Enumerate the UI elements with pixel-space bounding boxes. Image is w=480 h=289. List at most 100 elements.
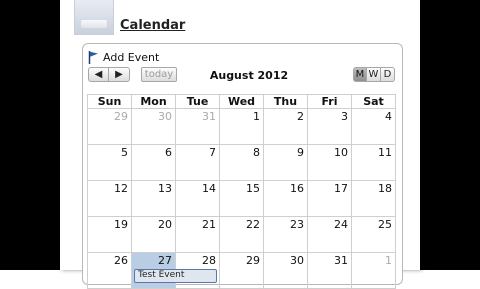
day-cell[interactable]: 30 <box>263 252 308 289</box>
day-number: 13 <box>158 182 172 195</box>
week-row: 19 20 21 22 23 24 25 <box>87 216 396 253</box>
day-number: 29 <box>114 110 128 123</box>
calendar-title-link[interactable]: Calendar <box>120 18 185 33</box>
day-cell[interactable]: 24 <box>307 216 352 253</box>
day-cell[interactable]: 31 <box>175 108 220 145</box>
prev-month-button[interactable]: ◀ <box>88 67 109 82</box>
day-cell[interactable]: 23 <box>263 216 308 253</box>
day-number: 20 <box>158 218 172 231</box>
day-number: 15 <box>246 182 260 195</box>
weekday-header-row: Sun Mon Tue Wed Thu Fri Sat <box>87 94 396 109</box>
weekday-header: Fri <box>307 94 352 109</box>
right-letterbox <box>420 0 480 270</box>
day-number: 26 <box>114 254 128 267</box>
day-cell[interactable]: 5 <box>87 144 132 181</box>
day-number: 11 <box>378 146 392 159</box>
day-cell[interactable]: 26 <box>87 252 132 289</box>
week-row: 29 30 31 1 2 3 4 <box>87 108 396 145</box>
day-number: 10 <box>334 146 348 159</box>
day-number: 3 <box>341 110 348 123</box>
day-cell[interactable]: 14 <box>175 180 220 217</box>
day-number: 30 <box>290 254 304 267</box>
day-cell[interactable]: 21 <box>175 216 220 253</box>
day-number: 24 <box>334 218 348 231</box>
week-row: 26 27 Test Event 28 29 30 31 1 <box>87 252 396 289</box>
day-number: 5 <box>121 146 128 159</box>
day-cell[interactable]: 29 <box>219 252 264 289</box>
day-cell[interactable]: 3 <box>307 108 352 145</box>
day-number: 27 <box>158 254 172 267</box>
day-number: 16 <box>290 182 304 195</box>
day-number: 31 <box>334 254 348 267</box>
day-number: 1 <box>385 254 392 267</box>
day-number: 21 <box>202 218 216 231</box>
day-cell[interactable]: 1 <box>219 108 264 145</box>
day-number: 25 <box>378 218 392 231</box>
app-thumbnail-image <box>74 0 114 35</box>
day-number: 17 <box>334 182 348 195</box>
day-number: 1 <box>253 110 260 123</box>
weekday-header: Sun <box>87 94 132 109</box>
day-number: 4 <box>385 110 392 123</box>
day-number: 8 <box>253 146 260 159</box>
day-cell[interactable]: 15 <box>219 180 264 217</box>
month-title: August 2012 <box>209 69 289 82</box>
day-cell[interactable]: 29 <box>87 108 132 145</box>
day-number: 19 <box>114 218 128 231</box>
day-cell[interactable]: 27 Test Event <box>131 252 217 289</box>
day-number: 23 <box>290 218 304 231</box>
right-arrow-icon: ▶ <box>115 69 123 80</box>
day-number: 30 <box>158 110 172 123</box>
day-cell[interactable]: 9 <box>263 144 308 181</box>
day-number: 9 <box>297 146 304 159</box>
weekday-header: Mon <box>131 94 176 109</box>
weekday-header: Tue <box>175 94 220 109</box>
add-event-label: Add Event <box>103 50 160 64</box>
day-number: 12 <box>114 182 128 195</box>
day-cell[interactable]: 30 <box>131 108 176 145</box>
day-number: 29 <box>246 254 260 267</box>
day-cell[interactable]: 1 <box>351 252 396 289</box>
day-number: 31 <box>202 110 216 123</box>
day-cell[interactable]: 2 <box>263 108 308 145</box>
day-cell[interactable]: 22 <box>219 216 264 253</box>
day-cell[interactable]: 31 <box>307 252 352 289</box>
day-cell[interactable]: 16 <box>263 180 308 217</box>
day-cell[interactable]: 7 <box>175 144 220 181</box>
month-grid: Sun Mon Tue Wed Thu Fri Sat 29 30 31 1 2 3 4 5 6… <box>87 94 396 289</box>
day-number: 22 <box>246 218 260 231</box>
day-number: 28 <box>202 254 216 267</box>
day-number: 6 <box>165 146 172 159</box>
next-month-button[interactable]: ▶ <box>109 67 130 82</box>
weekday-header: Sat <box>351 94 396 109</box>
week-row: 12 13 14 15 16 17 18 <box>87 180 396 217</box>
day-cell[interactable]: 4 <box>351 108 396 145</box>
week-row: 5 6 7 8 9 10 11 <box>87 144 396 181</box>
add-event-link[interactable]: Add Event <box>88 50 159 64</box>
day-cell[interactable]: 12 <box>87 180 132 217</box>
day-number: 7 <box>209 146 216 159</box>
weekday-header: Wed <box>219 94 264 109</box>
day-cell[interactable]: 28 <box>175 252 220 289</box>
day-cell[interactable]: 10 <box>307 144 352 181</box>
day-cell[interactable]: 6 <box>131 144 176 181</box>
day-view-button[interactable]: D <box>381 67 395 82</box>
day-cell[interactable]: 17 <box>307 180 352 217</box>
today-button[interactable]: today <box>141 67 177 82</box>
day-cell[interactable]: 13 <box>131 180 176 217</box>
left-letterbox <box>0 0 60 270</box>
weekday-header: Thu <box>263 94 308 109</box>
left-arrow-icon: ◀ <box>94 69 103 80</box>
day-cell[interactable]: 25 <box>351 216 396 253</box>
week-view-button[interactable]: W <box>367 67 381 82</box>
day-cell[interactable]: 8 <box>219 144 264 181</box>
month-view-button[interactable]: M <box>353 67 367 82</box>
day-cell[interactable]: 11 <box>351 144 396 181</box>
day-cell[interactable]: 18 <box>351 180 396 217</box>
day-number: 2 <box>297 110 304 123</box>
day-number: 18 <box>378 182 392 195</box>
flag-icon <box>88 50 98 64</box>
day-number: 14 <box>202 182 216 195</box>
day-cell[interactable]: 20 <box>131 216 176 253</box>
day-cell[interactable]: 19 <box>87 216 132 253</box>
